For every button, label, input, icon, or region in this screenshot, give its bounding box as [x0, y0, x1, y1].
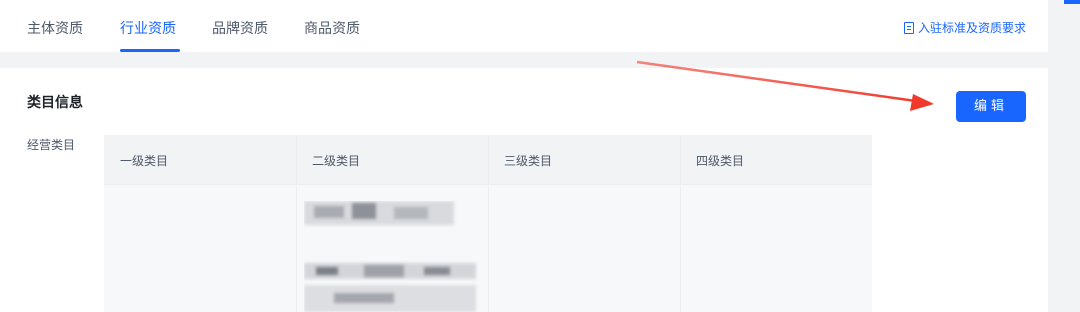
requirements-link-label: 入驻标准及资质要求 — [917, 21, 1026, 35]
qualification-tab-bar: 主体资质 行业资质 品牌资质 商品资质 入驻标准及资质要求 — [0, 0, 1048, 52]
tab-entity-qualification[interactable]: 主体资质 — [27, 18, 83, 38]
column-divider — [680, 135, 681, 312]
redacted-category-cell — [304, 201, 480, 312]
category-info-panel: 类目信息 编辑 经营类目 一级类目 二级类目 三级类目 四级类目 — [0, 68, 1048, 312]
edit-button[interactable]: 编辑 — [956, 91, 1026, 122]
right-scroll-gutter — [1064, 0, 1080, 312]
header-level1-category: 一级类目 — [120, 154, 169, 168]
header-level2-category: 二级类目 — [312, 154, 361, 168]
tab-product-qualification[interactable]: 商品资质 — [304, 18, 360, 38]
header-level3-category: 三级类目 — [504, 154, 553, 168]
header-level4-category: 四级类目 — [696, 154, 745, 168]
right-accent-bar — [1064, 0, 1080, 4]
column-divider — [296, 135, 297, 312]
category-table: 一级类目 二级类目 三级类目 四级类目 — [104, 135, 872, 312]
business-category-label: 经营类目 — [27, 138, 76, 152]
tab-brand-qualification[interactable]: 品牌资质 — [212, 18, 268, 38]
tab-industry-qualification[interactable]: 行业资质 — [120, 18, 176, 38]
column-divider — [488, 135, 489, 312]
section-title: 类目信息 — [27, 95, 83, 111]
requirements-link[interactable]: 入驻标准及资质要求 — [903, 19, 1026, 36]
document-icon — [903, 21, 914, 34]
active-tab-indicator — [120, 49, 180, 52]
